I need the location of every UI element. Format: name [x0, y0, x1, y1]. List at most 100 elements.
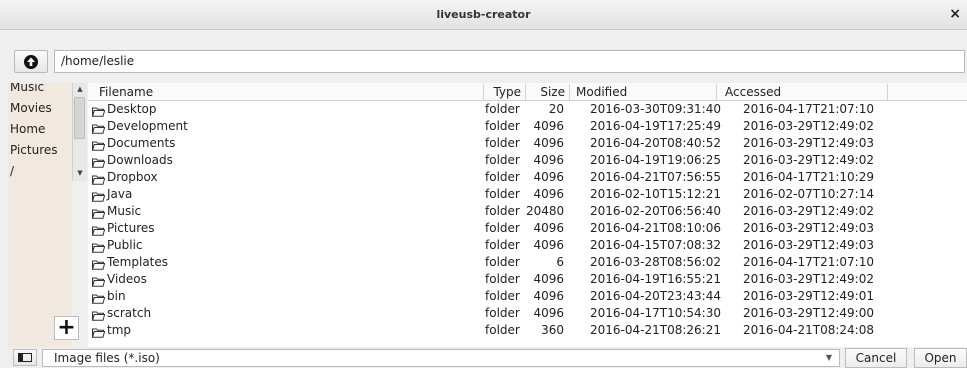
- sidebar-item-movies[interactable]: Movies: [10, 99, 52, 117]
- filename-text: tmp: [107, 323, 132, 337]
- modified-cell: 2016-03-30T09:31:40: [590, 102, 721, 116]
- accessed-cell: 2016-03-29T12:49:02: [743, 153, 874, 167]
- title-bar: liveusb-creator ×: [0, 0, 967, 30]
- filename-cell: Java: [91, 186, 482, 203]
- filename-text: Dropbox: [107, 170, 158, 184]
- modified-cell: 2016-04-21T08:10:06: [590, 221, 721, 235]
- table-row[interactable]: tmp folder 360 2016-04-21T08:26:21 2016-04-2…: [88, 322, 967, 339]
- column-header-accessed[interactable]: Accessed: [717, 84, 888, 100]
- table-row[interactable]: bin folder 4096 2016-04-20T23:43:44 2016-03-…: [88, 288, 967, 305]
- table-row[interactable]: scratch folder 4096 2016-04-17T10:54:30 2016…: [88, 305, 967, 322]
- type-cell: folder: [485, 238, 520, 252]
- column-header-type[interactable]: Type: [484, 84, 526, 100]
- table-row[interactable]: Music folder 20480 2016-02-20T06:56:40 2016-…: [88, 203, 967, 220]
- column-header-modified[interactable]: Modified: [570, 84, 717, 100]
- scroll-down-icon[interactable]: ▼: [73, 167, 87, 179]
- sidebar-item-pictures[interactable]: Pictures: [10, 141, 58, 159]
- up-button[interactable]: [14, 50, 48, 73]
- accessed-cell: 2016-03-29T12:49:02: [743, 204, 874, 218]
- file-table: Filename Type Size Modified Accessed Des…: [88, 83, 967, 347]
- table-row[interactable]: Desktop folder 20 2016-03-30T09:31:40 2016-0…: [88, 101, 967, 118]
- table-row[interactable]: Downloads folder 4096 2016-04-19T19:06:25 20…: [88, 152, 967, 169]
- folder-open-icon: [91, 292, 106, 304]
- table-header: Filename Type Size Modified Accessed: [88, 83, 967, 101]
- table-row[interactable]: Dropbox folder 4096 2016-04-21T07:56:55 2016…: [88, 169, 967, 186]
- type-cell: folder: [485, 119, 520, 133]
- sidebar-scrollbar[interactable]: ▲ ▼: [72, 83, 87, 181]
- table-row[interactable]: Public folder 4096 2016-04-15T07:08:32 2016-…: [88, 237, 967, 254]
- size-cell: 4096: [533, 289, 564, 303]
- type-cell: folder: [485, 153, 520, 167]
- accessed-cell: 2016-03-29T12:49:00: [743, 306, 874, 320]
- open-button[interactable]: Open: [914, 348, 967, 368]
- modified-cell: 2016-03-28T08:56:02: [590, 255, 721, 269]
- chevron-down-icon: ▼: [825, 353, 832, 362]
- type-cell: folder: [485, 289, 520, 303]
- modified-cell: 2016-04-21T08:26:21: [590, 323, 721, 337]
- table-row[interactable]: Development folder 4096 2016-04-19T17:25:49…: [88, 118, 967, 135]
- column-header-size[interactable]: Size: [526, 84, 570, 100]
- modified-cell: 2016-04-19T16:55:21: [590, 272, 721, 286]
- table-row[interactable]: Java folder 4096 2016-02-10T15:12:21 2016-02…: [88, 186, 967, 203]
- sidebar-item-root[interactable]: /: [10, 162, 14, 180]
- type-cell: folder: [485, 272, 520, 286]
- window-title: liveusb-creator: [436, 8, 531, 21]
- table-row[interactable]: Templates folder 6 2016-03-28T08:56:02 2016-…: [88, 254, 967, 271]
- table-row[interactable]: Documents folder 4096 2016-04-20T08:40:52 20…: [88, 135, 967, 152]
- filename-text: Downloads: [107, 153, 173, 167]
- close-icon[interactable]: ×: [949, 6, 961, 22]
- modified-cell: 2016-04-15T07:08:32: [590, 238, 721, 252]
- folder-open-icon: [91, 122, 106, 134]
- file-type-filter[interactable]: Image files (*.iso) ▼: [42, 349, 840, 367]
- size-cell: 4096: [533, 187, 564, 201]
- folder-open-icon: [91, 207, 106, 219]
- filename-cell: Downloads: [91, 152, 482, 169]
- sidebar-item-home[interactable]: Home: [10, 120, 45, 138]
- folder-open-icon: [91, 309, 106, 321]
- filename-text: Development: [107, 119, 188, 133]
- size-cell: 4096: [533, 136, 564, 150]
- accessed-cell: 2016-03-29T12:49:03: [743, 238, 874, 252]
- sidebar-toggle-button[interactable]: [13, 349, 37, 366]
- type-cell: folder: [485, 323, 520, 337]
- modified-cell: 2016-04-19T19:06:25: [590, 153, 721, 167]
- size-cell: 6: [556, 255, 564, 269]
- modified-cell: 2016-04-17T10:54:30: [590, 306, 721, 320]
- accessed-cell: 2016-03-29T12:49:01: [743, 289, 874, 303]
- filename-cell: Pictures: [91, 220, 482, 237]
- type-cell: folder: [485, 306, 520, 320]
- type-cell: folder: [485, 187, 520, 201]
- column-header-filename[interactable]: Filename: [91, 84, 484, 100]
- bottom-bar: Image files (*.iso) ▼ Cancel Open: [0, 347, 967, 368]
- path-input[interactable]: /home/leslie: [54, 50, 965, 73]
- type-cell: folder: [485, 221, 520, 235]
- size-cell: 4096: [533, 238, 564, 252]
- size-cell: 360: [541, 323, 564, 337]
- sidebar-item-music[interactable]: Music: [10, 83, 44, 96]
- table-row[interactable]: Videos folder 4096 2016-04-19T16:55:21 2016-…: [88, 271, 967, 288]
- accessed-cell: 2016-02-07T10:27:14: [743, 187, 874, 201]
- filename-cell: Dropbox: [91, 169, 482, 186]
- add-bookmark-button[interactable]: +: [54, 316, 79, 340]
- type-cell: folder: [485, 204, 520, 218]
- filename-text: Desktop: [107, 102, 157, 116]
- sidebar-toggle-icon: [18, 353, 32, 362]
- filename-text: bin: [107, 289, 126, 303]
- scrollbar-thumb[interactable]: [74, 97, 85, 139]
- folder-open-icon: [91, 224, 106, 236]
- folder-open-icon: [91, 105, 106, 117]
- size-cell: 4096: [533, 170, 564, 184]
- table-row[interactable]: Pictures folder 4096 2016-04-21T08:10:06 201…: [88, 220, 967, 237]
- scroll-up-icon[interactable]: ▲: [73, 83, 87, 95]
- size-cell: 4096: [533, 119, 564, 133]
- folder-open-icon: [91, 241, 106, 253]
- filename-text: Java: [107, 187, 133, 201]
- cancel-button[interactable]: Cancel: [845, 348, 907, 368]
- filename-cell: bin: [91, 288, 482, 305]
- type-cell: folder: [485, 136, 520, 150]
- filename-cell: Music: [91, 203, 482, 220]
- path-bar: /home/leslie: [0, 47, 967, 75]
- filter-label: Image files (*.iso): [54, 351, 160, 365]
- filename-text: Music: [107, 204, 142, 218]
- folder-open-icon: [91, 156, 106, 168]
